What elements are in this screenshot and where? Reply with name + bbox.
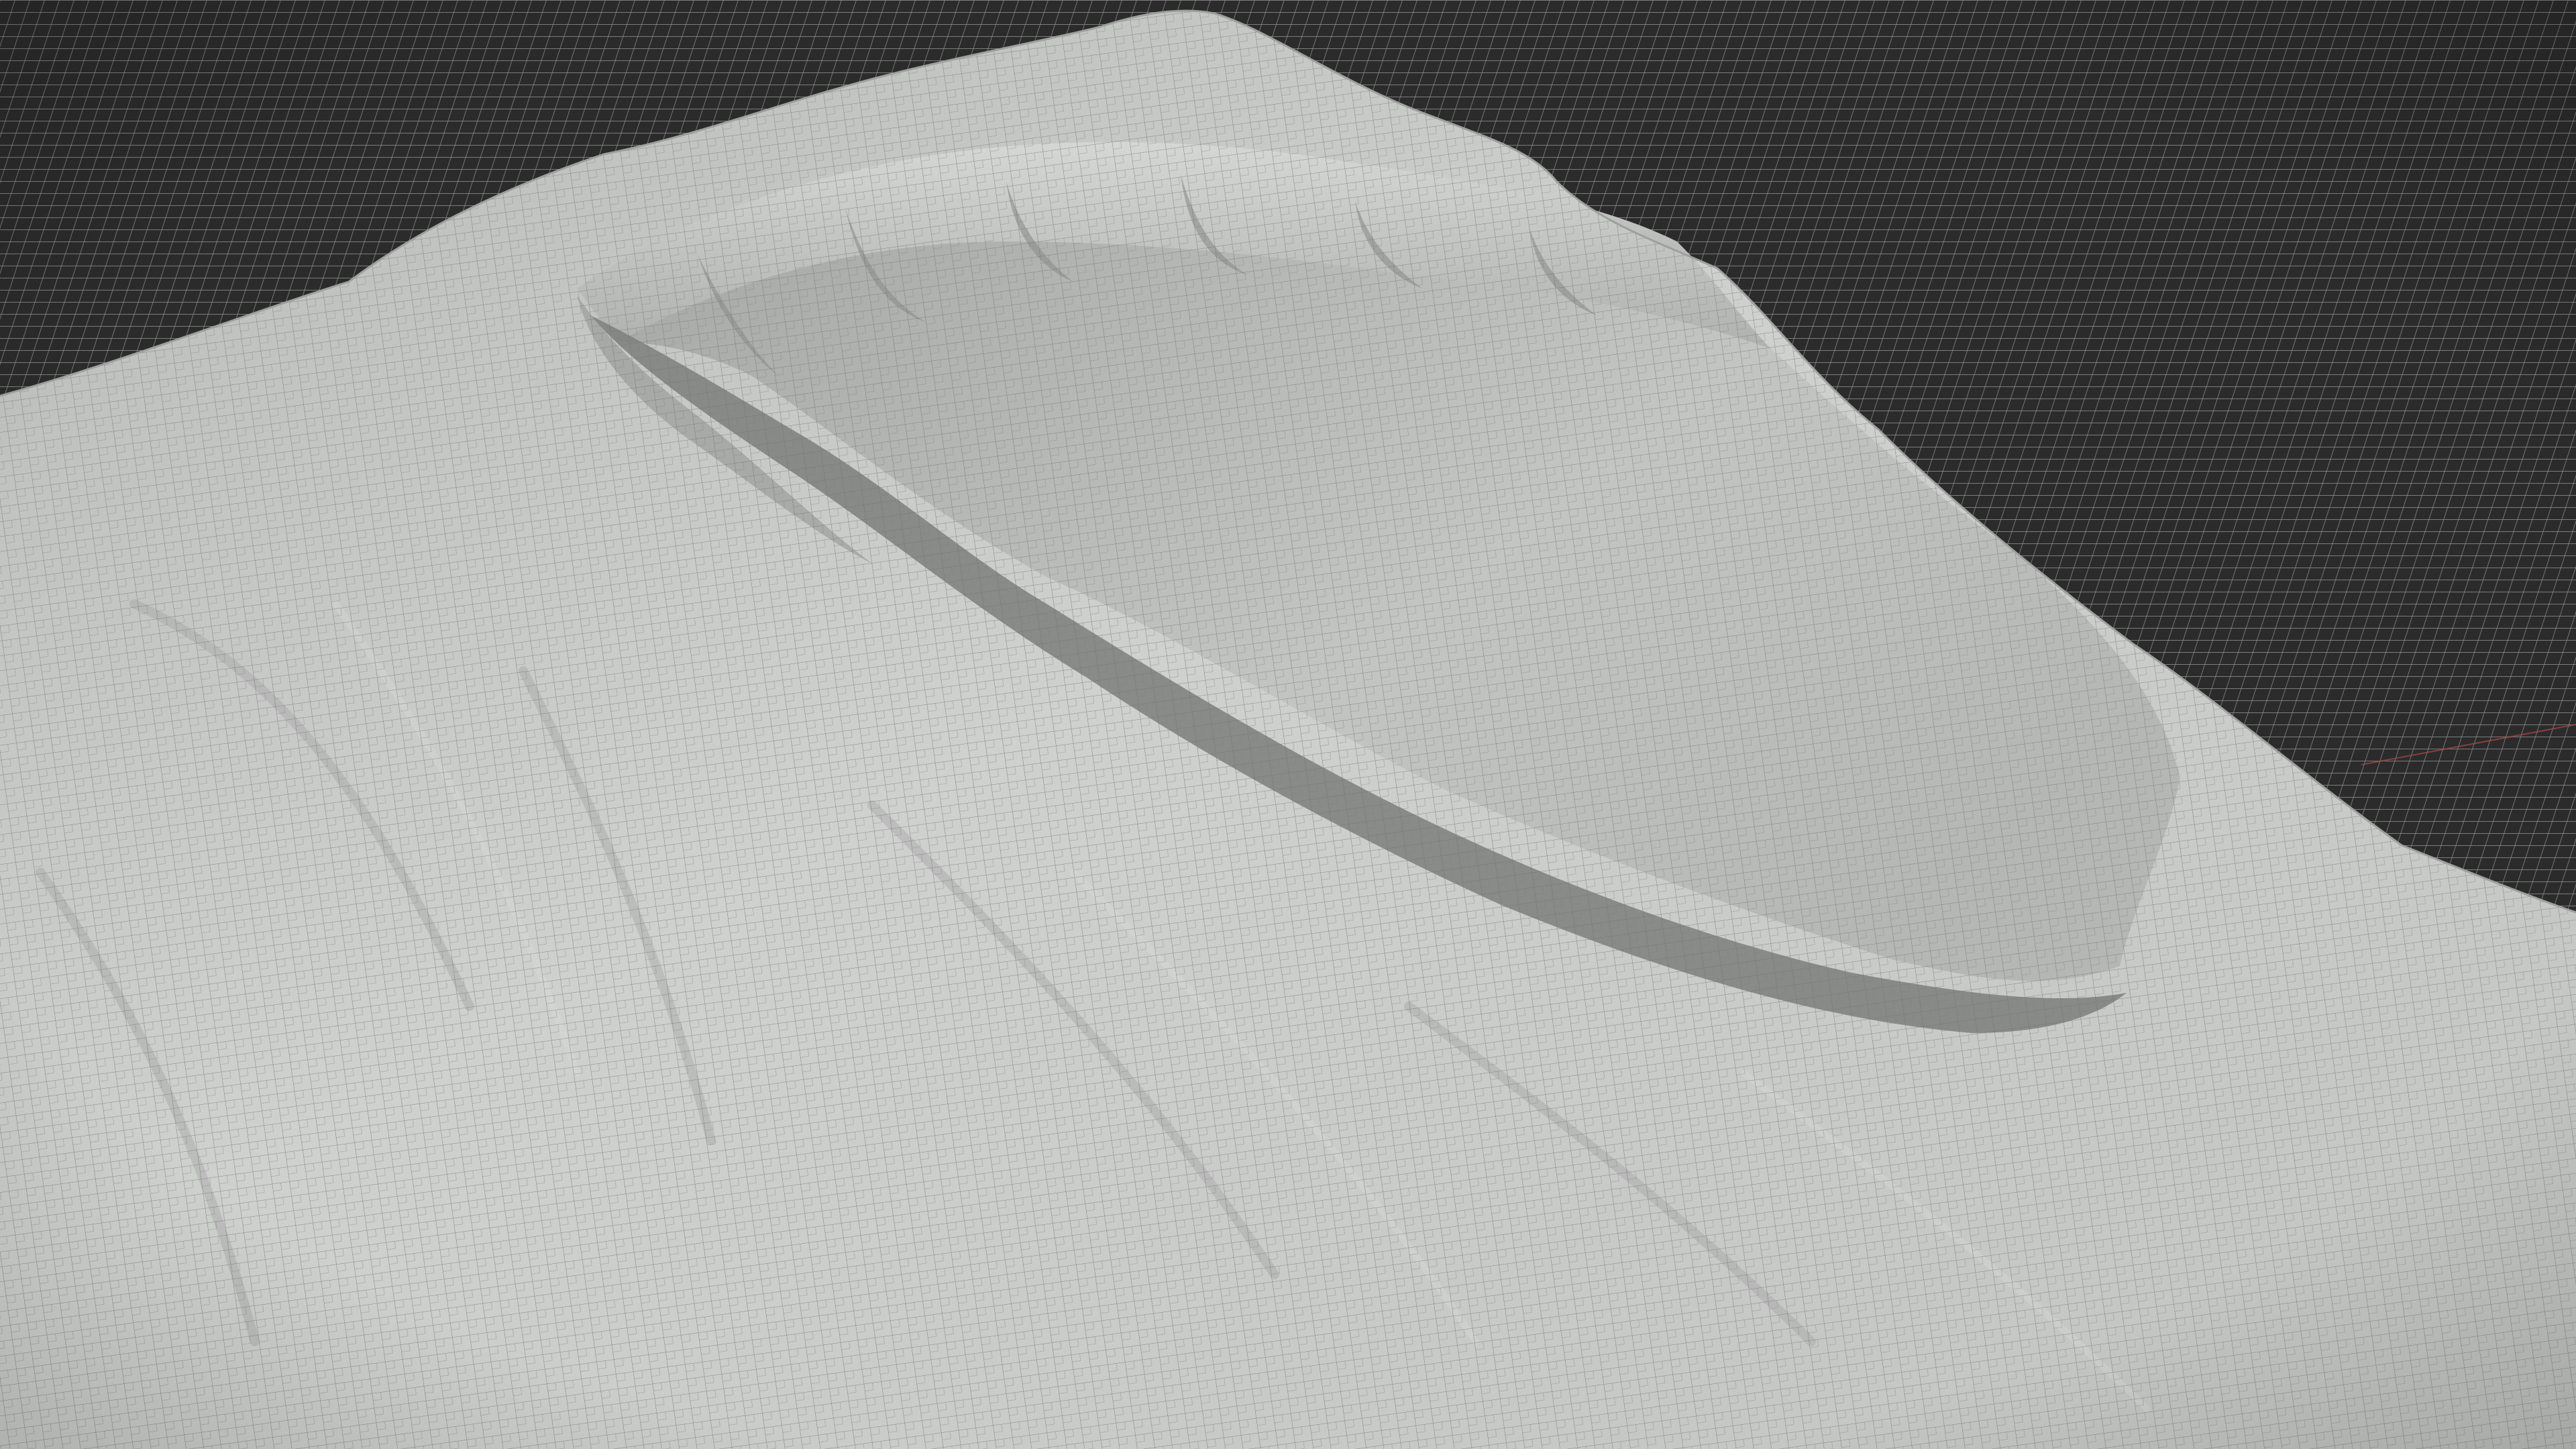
viewport-vignette <box>0 0 2576 1449</box>
3d-viewport[interactable] <box>0 0 2576 1449</box>
viewport-canvas <box>0 0 2576 1449</box>
